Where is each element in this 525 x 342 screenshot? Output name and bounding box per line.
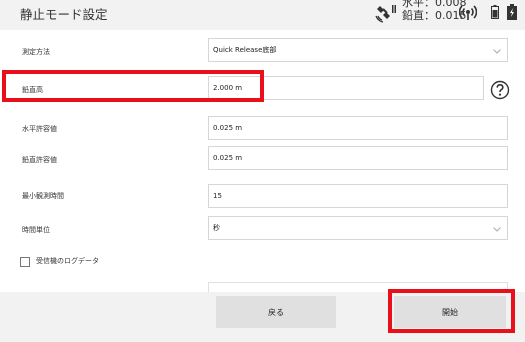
time-unit-row: 時間単位 秒 bbox=[0, 216, 525, 258]
partially-visible-field bbox=[208, 282, 508, 292]
horizontal-tolerance-value: 0.025 m bbox=[213, 124, 243, 132]
precision-readout: 水平：0.008 鉛直：0.015 bbox=[402, 0, 467, 22]
satellite-icon[interactable] bbox=[374, 2, 396, 24]
chevron-down-icon[interactable] bbox=[493, 47, 501, 55]
antenna-height-label: 鉛直高 bbox=[22, 86, 43, 94]
page-title: 静止モード設定 bbox=[20, 7, 108, 22]
antenna-height-value: 2.000 m bbox=[213, 84, 243, 92]
header-bar: 静止モード設定 水平：0.008 鉛直：0.015 bbox=[0, 0, 525, 30]
antenna-height-row: 鉛直高 2.000 m bbox=[0, 72, 525, 114]
vertical-tolerance-value: 0.025 m bbox=[213, 154, 243, 162]
time-unit-value: 秒 bbox=[213, 224, 220, 232]
measure-method-select[interactable]: Quick Release底部 bbox=[208, 38, 508, 62]
min-observation-time-value: 15 bbox=[213, 192, 222, 200]
min-observation-time-input[interactable]: 15 bbox=[208, 184, 508, 208]
vertical-tolerance-label: 鉛直許容値 bbox=[22, 156, 57, 164]
vertical-precision: 鉛直：0.015 bbox=[402, 9, 467, 22]
log-data-checkbox[interactable] bbox=[20, 257, 30, 267]
vertical-tolerance-input[interactable]: 0.025 m bbox=[208, 146, 508, 170]
help-icon[interactable] bbox=[490, 80, 510, 100]
time-unit-label: 時間単位 bbox=[22, 226, 50, 234]
min-observation-time-label: 最小観測時間 bbox=[22, 192, 64, 200]
chevron-down-icon[interactable] bbox=[493, 225, 501, 233]
horizontal-precision: 水平：0.008 bbox=[402, 0, 467, 9]
log-data-label: 受信機のログデータ bbox=[36, 257, 99, 265]
battery-icon[interactable] bbox=[491, 5, 499, 19]
horizontal-tolerance-label: 水平許容値 bbox=[22, 125, 57, 133]
back-button[interactable]: 戻る bbox=[216, 296, 336, 328]
battery-icon[interactable] bbox=[506, 4, 518, 20]
horizontal-tolerance-input[interactable]: 0.025 m bbox=[208, 116, 508, 140]
measure-method-value: Quick Release底部 bbox=[213, 46, 277, 54]
measure-method-row: 測定方法 Quick Release底部 bbox=[0, 30, 525, 72]
measure-method-label: 測定方法 bbox=[22, 48, 50, 56]
start-button[interactable]: 開始 bbox=[394, 296, 506, 328]
footer-bar: 戻る 開始 bbox=[0, 292, 525, 342]
antenna-height-input[interactable]: 2.000 m bbox=[208, 76, 484, 100]
signal-icon[interactable] bbox=[459, 3, 477, 21]
vertical-tolerance-row: 鉛直許容値 0.025 m bbox=[0, 146, 525, 188]
time-unit-select[interactable]: 秒 bbox=[208, 216, 508, 240]
